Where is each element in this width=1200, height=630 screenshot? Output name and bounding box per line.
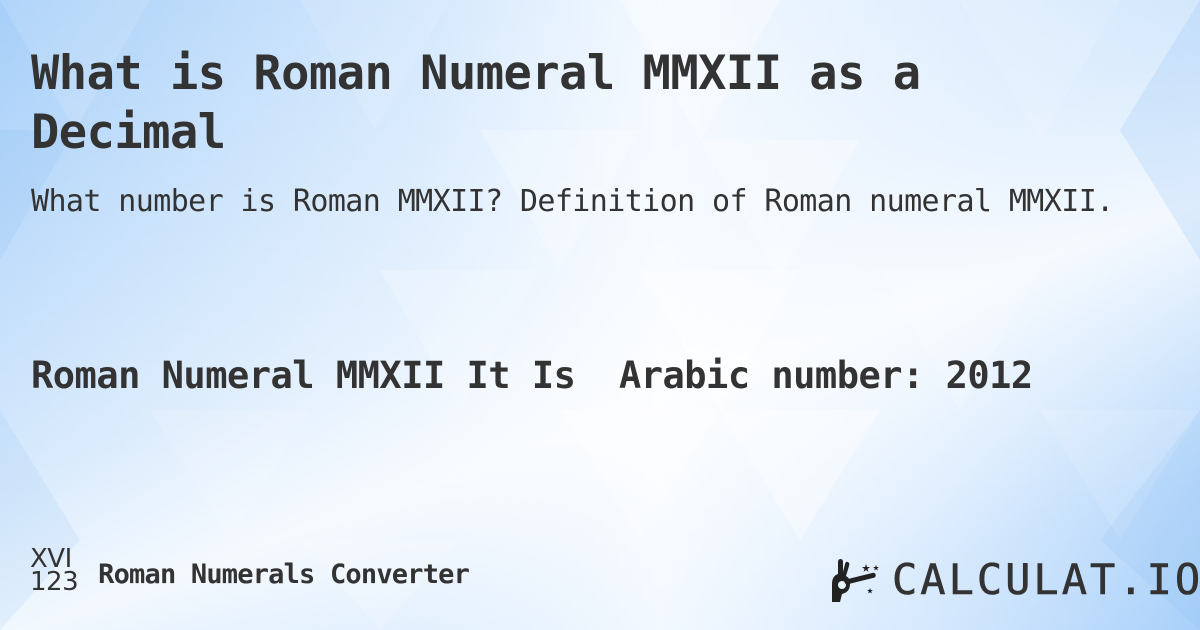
page-subtitle: What number is Roman MMXII? Definition o… [31,184,1114,219]
conversion-result: Roman Numeral MMXII It Is Arabic number:… [31,354,1033,397]
roman-icon-bottom: 123 [30,567,79,597]
converter-label: Roman Numerals Converter [98,558,470,590]
roman-numeral-icon: XVI 123 [30,546,79,597]
calculat-logo[interactable]: CALCULAT.IO [828,555,1200,604]
logo-text: CALCULAT.IO [892,555,1200,605]
magic-hand-icon [832,558,879,602]
converter-link[interactable]: XVI 123 Roman Numerals Converter [30,546,470,597]
page-title: What is Roman Numeral MMXII as a Decimal [31,46,921,160]
